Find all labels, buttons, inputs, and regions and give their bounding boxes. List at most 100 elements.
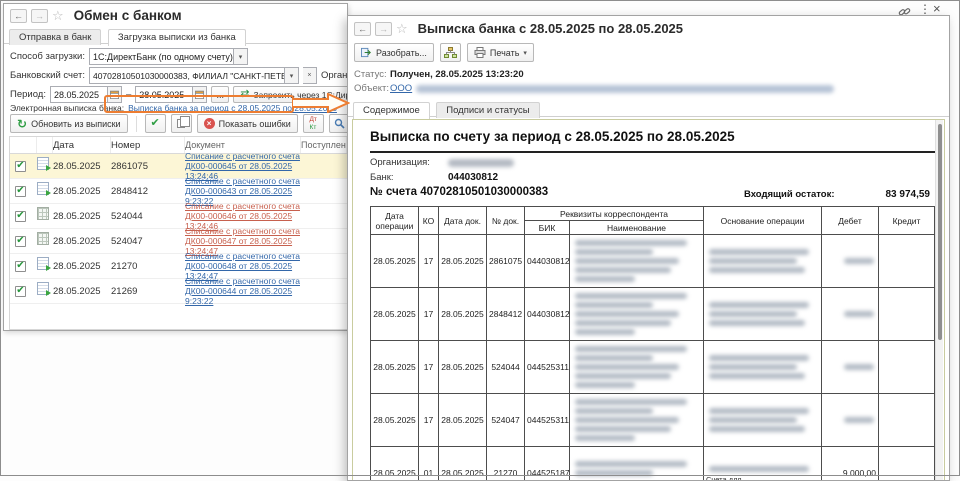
document-type-icon bbox=[37, 157, 49, 170]
object-label: Объект: bbox=[354, 83, 386, 94]
vertical-scrollbar[interactable] bbox=[935, 120, 943, 481]
statement-row: 28.05.2025 17 28.05.2025 524044 04452531… bbox=[371, 341, 935, 394]
annotation-highlight-box bbox=[104, 95, 294, 113]
row-checkbox[interactable] bbox=[15, 161, 26, 172]
close-icon[interactable]: × bbox=[933, 1, 941, 16]
redacted-text bbox=[575, 276, 635, 282]
list-item[interactable]: 28.05.2025 21269 Списание с расчетного с… bbox=[10, 279, 347, 304]
error-icon: × bbox=[204, 118, 215, 129]
document-type-icon bbox=[37, 182, 49, 195]
bank-account-label: Банковский счет: bbox=[10, 70, 85, 81]
cell-bik: 044525311 bbox=[525, 341, 570, 394]
redacted-amount bbox=[844, 417, 874, 423]
redacted-text bbox=[575, 311, 679, 317]
cell-ko: 17 bbox=[419, 341, 439, 394]
cell-operation-basis bbox=[704, 341, 822, 394]
header-date[interactable]: Дата bbox=[53, 137, 111, 153]
tab-content[interactable]: Содержимое bbox=[353, 102, 430, 119]
bank-line: Банк: 044030812 bbox=[370, 172, 498, 183]
chevron-down-icon: ▾ bbox=[523, 49, 527, 57]
parse-button[interactable]: Разобрать... bbox=[354, 43, 434, 62]
annotation-arrow bbox=[292, 93, 350, 113]
redacted-text bbox=[709, 364, 797, 370]
favorite-star-icon[interactable]: ☆ bbox=[396, 22, 408, 35]
forward-arrow-button[interactable]: → bbox=[375, 22, 392, 36]
redacted-text bbox=[709, 302, 809, 308]
tab-send-to-bank[interactable]: Отправка в банк bbox=[9, 29, 101, 45]
bank-account-input[interactable]: 40702810501030000383, ФИЛИАЛ "САНКТ-ПЕТЕ… bbox=[89, 67, 285, 84]
posting-dtkt-button[interactable]: ДтКт bbox=[303, 114, 324, 133]
row-number: 21270 bbox=[111, 261, 185, 272]
cell-credit bbox=[879, 341, 935, 394]
forward-arrow-button[interactable]: → bbox=[31, 9, 48, 23]
redacted-text bbox=[575, 249, 653, 255]
row-checkbox[interactable] bbox=[15, 286, 26, 297]
print-button[interactable]: Печать ▾ bbox=[467, 43, 534, 62]
cell-doc-no: 2861075 bbox=[487, 235, 525, 288]
row-checkbox[interactable] bbox=[15, 236, 26, 247]
object-link[interactable]: ООО bbox=[390, 83, 412, 94]
row-number: 2861075 bbox=[111, 161, 185, 172]
statement-document-view: Выписка по счету за период с 28.05.2025 … bbox=[352, 119, 945, 481]
structure-icon bbox=[444, 47, 457, 59]
status-label: Статус: bbox=[354, 69, 386, 80]
period-label: Период: bbox=[10, 89, 46, 100]
window-titlebar: ← → ☆ Обмен с банком bbox=[10, 8, 182, 23]
bank-label: Банк: bbox=[370, 172, 444, 183]
clear-icon[interactable]: × bbox=[303, 67, 317, 84]
favorite-star-icon[interactable]: ☆ bbox=[52, 9, 64, 22]
redacted-text bbox=[575, 240, 687, 246]
window-titlebar: ← → ☆ Выписка банка с 28.05.2025 по 28.0… bbox=[354, 21, 683, 36]
redacted-text bbox=[709, 249, 809, 255]
page-title: Обмен с банком bbox=[74, 8, 182, 23]
document-type-icon bbox=[37, 207, 49, 220]
period-from-input[interactable]: 28.05.2025 bbox=[50, 86, 108, 103]
cell-debit bbox=[822, 288, 879, 341]
redacted-text bbox=[575, 346, 687, 352]
chevron-down-icon[interactable]: ▾ bbox=[285, 67, 299, 84]
cell-doc-date: 28.05.2025 bbox=[439, 288, 487, 341]
redacted-amount bbox=[844, 258, 874, 264]
row-number: 524044 bbox=[111, 211, 185, 222]
row-date: 28.05.2025 bbox=[53, 261, 111, 272]
row-checkbox[interactable] bbox=[15, 211, 26, 222]
copy-icon bbox=[177, 119, 185, 128]
statement-row: 28.05.2025 17 28.05.2025 2848412 0440308… bbox=[371, 288, 935, 341]
debit-credit-icon: ДтКт bbox=[310, 116, 317, 130]
tab-bar: Отправка в банк Загрузка выписки из банк… bbox=[4, 27, 347, 44]
cell-correspondent-name bbox=[570, 394, 704, 447]
cell-operation-basis bbox=[704, 235, 822, 288]
cell-correspondent-name bbox=[570, 235, 704, 288]
search-button[interactable] bbox=[329, 114, 348, 133]
structure-button[interactable] bbox=[440, 43, 461, 62]
load-method-select[interactable]: 1С:ДиректБанк (по одному счету) bbox=[89, 48, 234, 65]
row-date: 28.05.2025 bbox=[53, 286, 111, 297]
more-icon[interactable]: ⋮ bbox=[919, 2, 931, 16]
row-document-link[interactable]: Списание с расчетного счетаДК00-000644 о… bbox=[185, 276, 301, 306]
scrollbar-thumb[interactable] bbox=[938, 124, 942, 340]
col-name: Наименование bbox=[570, 221, 704, 235]
redacted-text bbox=[575, 293, 687, 299]
show-errors-button[interactable]: × Показать ошибки bbox=[197, 114, 298, 133]
header-receipt[interactable]: Поступление bbox=[301, 137, 347, 153]
row-checkbox[interactable] bbox=[15, 261, 26, 272]
tab-load-statement[interactable]: Загрузка выписки из банка bbox=[108, 29, 246, 46]
cell-doc-no: 524044 bbox=[487, 341, 525, 394]
document-title: Выписка по счету за период с 28.05.2025 … bbox=[370, 129, 735, 144]
back-arrow-button[interactable]: ← bbox=[354, 22, 371, 36]
bank-account-row: Банковский счет: 40702810501030000383, Ф… bbox=[10, 67, 348, 84]
back-arrow-button[interactable]: ← bbox=[10, 9, 27, 23]
cell-doc-date: 28.05.2025 bbox=[439, 341, 487, 394]
tab-signatures[interactable]: Подписи и статусы bbox=[436, 102, 539, 118]
organization-label: Организация: bbox=[370, 157, 444, 168]
set-flags-button[interactable]: ✔ bbox=[145, 114, 166, 133]
header-number[interactable]: Номер bbox=[111, 137, 185, 153]
cell-bik: 044030812 bbox=[525, 235, 570, 288]
clear-flags-button[interactable] bbox=[171, 114, 192, 133]
refresh-from-statement-button[interactable]: ↻ Обновить из выписки bbox=[10, 114, 128, 133]
chevron-down-icon[interactable]: ▾ bbox=[234, 48, 248, 65]
redacted-text bbox=[709, 258, 797, 264]
col-doc-no: № док. bbox=[487, 207, 525, 235]
redacted-text bbox=[709, 466, 809, 472]
row-checkbox[interactable] bbox=[15, 186, 26, 197]
